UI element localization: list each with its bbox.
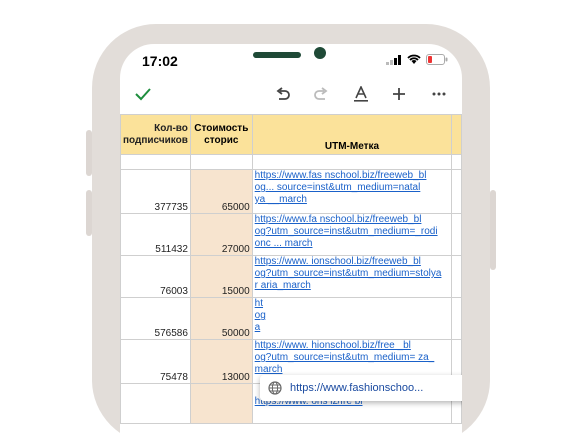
cell-subscribers[interactable]: 511432	[120, 213, 191, 256]
text-format-icon[interactable]	[350, 82, 372, 106]
phone-side-button	[86, 190, 92, 236]
table-row: 511432 27000 https://www.fa nschool.biz/…	[120, 213, 462, 256]
table-row: 76003 15000 https://www. ionschool.biz/f…	[120, 255, 462, 298]
more-icon[interactable]	[428, 82, 450, 106]
cell-empty[interactable]	[451, 154, 462, 170]
header-subscribers[interactable]: Кол-во подписчиков	[120, 114, 191, 155]
utm-link-line[interactable]: og... source=inst&utm_medium=natal	[255, 182, 451, 194]
header-row: Кол-во подписчиков Стоимость сторис UTM-…	[120, 114, 462, 155]
cell-subscribers[interactable]: 76003	[120, 255, 191, 298]
cell-cost[interactable]: 27000	[189, 213, 253, 256]
cell-subscribers[interactable]: 75478	[120, 339, 191, 384]
utm-link-line[interactable]: https://www.fa nschool.biz/freeweb_bl	[255, 215, 451, 227]
phone-side-button	[86, 130, 92, 176]
utm-link-line[interactable]: r aria_march	[255, 280, 451, 292]
table-row-empty	[120, 154, 462, 170]
earpiece	[253, 52, 301, 58]
utm-link-line[interactable]: https://www. hionschool.biz/free _bl	[255, 341, 451, 353]
add-icon[interactable]	[388, 82, 410, 106]
header-next-column[interactable]	[451, 114, 462, 155]
utm-link-line[interactable]: og?utm_source=inst&utm_medium= za_	[255, 352, 451, 364]
wifi-icon	[407, 54, 421, 64]
cell-cost[interactable]: 65000	[189, 169, 253, 214]
cell-cost[interactable]: 50000	[189, 297, 253, 340]
link-preview-url[interactable]: https://www.fashionschoo...	[290, 382, 423, 394]
utm-link-line[interactable]: https://www.fas nschool.biz/freeweb_bl	[255, 171, 451, 183]
front-camera	[314, 47, 326, 59]
battery-icon	[426, 54, 448, 65]
spreadsheet-grid[interactable]: Кол-во подписчиков Стоимость сторис UTM-…	[120, 114, 462, 444]
cell-next[interactable]	[451, 213, 462, 256]
cell-empty[interactable]	[251, 154, 453, 170]
cell-cost[interactable]: 15000	[189, 255, 253, 298]
cell-utm[interactable]: https://www.fas nschool.biz/freeweb_bl og…	[251, 169, 453, 214]
header-utm[interactable]: UTM-Метка	[251, 114, 453, 155]
cell-utm[interactable]: ht og a	[251, 297, 453, 340]
utm-link-line[interactable]: onc ... march	[255, 238, 451, 250]
cell-next[interactable]	[451, 169, 462, 214]
cell-utm[interactable]: https://www.fa nschool.biz/freeweb_bl og?…	[251, 213, 453, 256]
cell-next[interactable]	[451, 255, 462, 298]
globe-icon	[268, 381, 282, 395]
utm-link-line[interactable]: og	[255, 310, 451, 322]
cell-next[interactable]	[451, 297, 462, 340]
link-preview-popup[interactable]: https://www.fashionschoo...	[260, 375, 462, 401]
phone-screen: 17:02 Кол-во подписчиков Стоимость стори…	[120, 44, 462, 444]
phone-power-button	[490, 190, 496, 270]
check-icon[interactable]	[132, 82, 154, 106]
utm-link-line[interactable]: og?utm_source=inst&utm_medium=_rodi	[255, 226, 451, 238]
redo-icon[interactable]	[310, 82, 332, 106]
cell-empty[interactable]	[120, 154, 191, 170]
utm-link-line[interactable]: ht	[255, 299, 451, 311]
cell-cost[interactable]	[189, 383, 253, 424]
cell-utm[interactable]: https://www. ionschool.biz/freeweb_bl og?…	[251, 255, 453, 298]
table-row: 576586 50000 ht og a	[120, 297, 462, 340]
utm-link-line[interactable]: https://www. ionschool.biz/freeweb_bl	[255, 257, 451, 269]
header-cost[interactable]: Стоимость сторис	[189, 114, 253, 155]
cell-cost[interactable]: 13000	[189, 339, 253, 384]
utm-link-line[interactable]: a	[255, 322, 451, 334]
status-icons	[386, 54, 448, 65]
sheet-toolbar	[120, 82, 462, 106]
utm-link-line[interactable]: og?utm_source=inst&utm_medium=stolya	[255, 268, 451, 280]
undo-icon[interactable]	[272, 82, 294, 106]
status-time: 17:02	[142, 53, 178, 69]
cell-empty[interactable]	[189, 154, 253, 170]
utm-link-line[interactable]: ya __march	[255, 194, 451, 206]
table-row: 377735 65000 https://www.fas nschool.biz…	[120, 169, 462, 214]
cell-subscribers[interactable]: 576586	[120, 297, 191, 340]
cellular-signal-icon	[386, 54, 401, 65]
cell-subscribers[interactable]: 377735	[120, 169, 191, 214]
cell-subscribers[interactable]	[120, 383, 191, 424]
